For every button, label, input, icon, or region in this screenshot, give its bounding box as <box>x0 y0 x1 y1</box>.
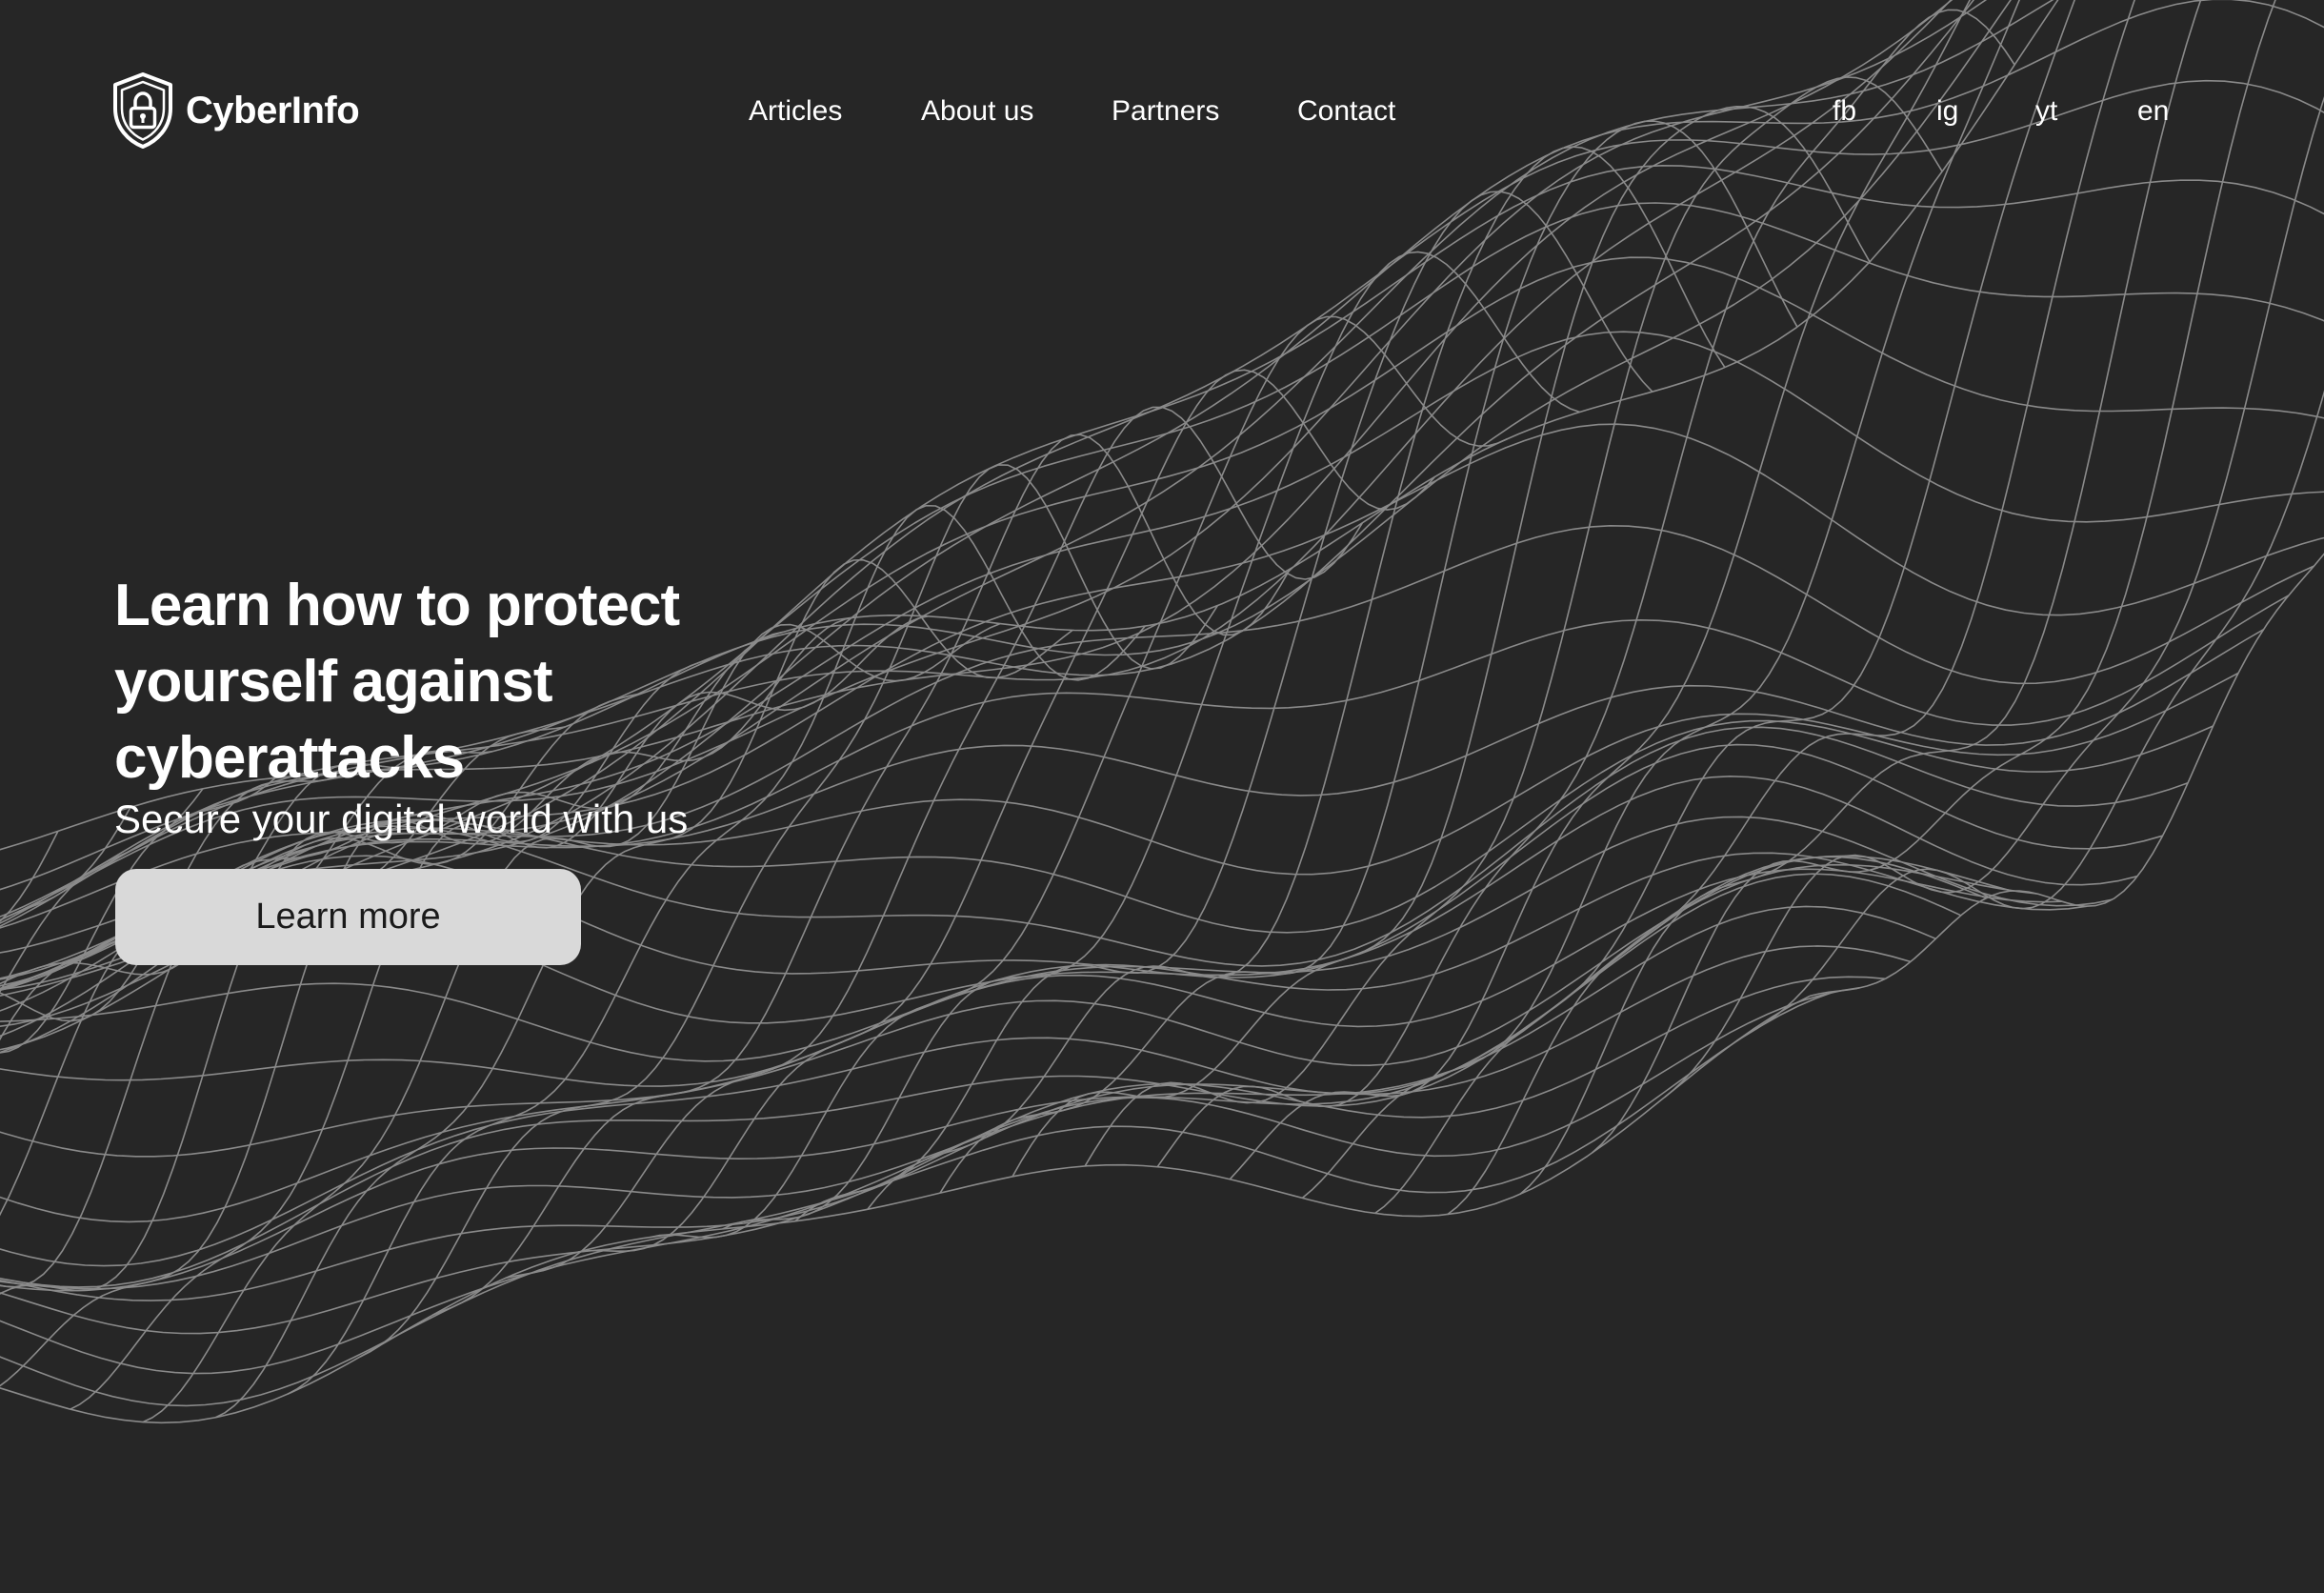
landing-page: CyberInfo Articles About us Partners Con… <box>0 0 2324 1593</box>
facebook-link[interactable]: fb <box>1833 95 1856 128</box>
nav-contact-link[interactable]: Contact <box>1297 95 1395 128</box>
hero-title: Learn how to protect yourself against cy… <box>114 573 680 791</box>
nav-about-us-link[interactable]: About us <box>921 95 1033 128</box>
nav-articles-link[interactable]: Articles <box>749 95 842 128</box>
shield-lock-icon <box>110 71 176 151</box>
nav-partners-link[interactable]: Partners <box>1112 95 1219 128</box>
youtube-link[interactable]: yt <box>2035 95 2057 128</box>
brand-logo[interactable]: CyberInfo <box>110 71 360 151</box>
instagram-link[interactable]: ig <box>1936 95 1958 128</box>
hero-subtitle: Secure your digital world with us <box>114 796 689 841</box>
learn-more-button[interactable]: Learn more <box>115 869 581 965</box>
language-selector[interactable]: en <box>2137 95 2169 128</box>
brand-name: CyberInfo <box>186 89 360 131</box>
